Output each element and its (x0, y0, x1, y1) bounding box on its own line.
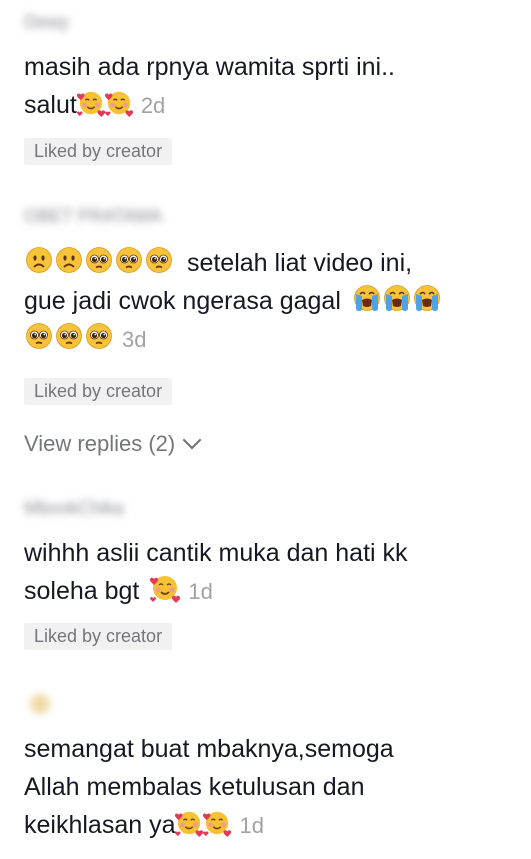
comment-username[interactable]: OBET PRATAMA (24, 206, 162, 227)
liked-by-creator-badge: Liked by creator (24, 378, 173, 405)
comment-age: 1d (188, 579, 213, 604)
comment-line-text: salut (24, 91, 77, 119)
smiling-face-with-hearts-icon (105, 89, 133, 117)
smiling-face-with-hearts-icon (175, 809, 203, 837)
liked-by-creator-badge: Liked by creator (24, 138, 173, 165)
view-replies-label: View replies (2) (24, 431, 176, 456)
frowning-face-icon (24, 245, 54, 275)
pleading-face-icon (54, 321, 84, 351)
comment-line: setelah liat video ini, (24, 244, 519, 282)
comment-line: wihhh aslii cantik muka dan hati kk (24, 539, 408, 567)
loudly-crying-face-icon (412, 283, 442, 313)
comment-line-text: soleha bgt (24, 577, 140, 605)
comment-line: keikhlasan ya 1d (24, 806, 519, 845)
comment-text: setelah liat video ini, gue jadi cwok ng… (24, 244, 519, 359)
comment-line-text: setelah liat video ini, (186, 249, 413, 277)
comment-line-text: keikhlasan ya (24, 811, 176, 839)
comment-line: 3d (24, 320, 519, 359)
comment-text: wihhh aslii cantik muka dan hati kk sole… (24, 534, 519, 611)
comment-username[interactable]: MbookChika (24, 498, 124, 519)
pleading-face-icon (84, 321, 114, 351)
pleading-face-icon (144, 245, 174, 275)
smiling-face-with-hearts-icon (150, 573, 180, 603)
comment-text: semangat buat mbaknya,semoga Allah memba… (24, 730, 519, 845)
comment-username[interactable]: Dewy (24, 12, 69, 33)
loudly-crying-face-icon (352, 283, 382, 313)
pleading-face-icon (114, 245, 144, 275)
frowning-face-icon (54, 245, 84, 275)
comment-line: salut 2d (24, 86, 519, 125)
comment-age: 1d (239, 813, 264, 838)
pleading-face-icon (84, 245, 114, 275)
comment-age: 3d (122, 327, 147, 352)
comment-line: Allah membalas ketulusan dan (24, 773, 365, 801)
comment-text: masih ada rpnya wamita sprti ini.. salut… (24, 48, 519, 125)
comment-line: gue jadi cwok ngerasa gagal (24, 282, 519, 320)
smiling-face-with-hearts-icon (77, 89, 105, 117)
chevron-down-icon (183, 438, 202, 450)
comment-line-text: gue jadi cwok ngerasa gagal (24, 287, 341, 315)
liked-by-creator-badge: Liked by creator (24, 623, 173, 650)
smiling-face-with-hearts-icon (203, 809, 231, 837)
loudly-crying-face-icon (382, 283, 412, 313)
pleading-face-icon (24, 321, 54, 351)
view-replies-button[interactable]: View replies (2) (24, 431, 203, 457)
comment-line: masih ada rpnya wamita sprti ini.. (24, 53, 395, 81)
comment-line: semangat buat mbaknya,semoga (24, 735, 394, 763)
comment-age: 2d (140, 93, 166, 118)
comment-line: soleha bgt 1d (24, 572, 519, 611)
blurred-username[interactable] (30, 694, 50, 714)
